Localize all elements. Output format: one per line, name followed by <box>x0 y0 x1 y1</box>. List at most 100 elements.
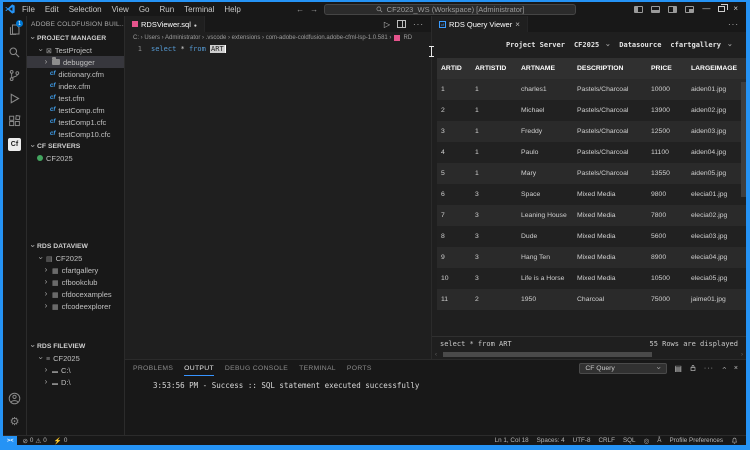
run-debug-icon[interactable] <box>3 87 26 110</box>
code-line-1[interactable]: 1 select * from ART <box>125 43 431 54</box>
notifications-bell-icon[interactable] <box>731 437 738 444</box>
tab-rdsviewer-sql[interactable]: RDSViewer.sql <box>125 16 205 32</box>
menu-item[interactable]: Go <box>134 5 155 14</box>
tree-item-file[interactable]: cf testComp.cfm <box>27 104 124 116</box>
menu-item[interactable]: Edit <box>40 5 64 14</box>
toggle-secondary-sidebar-icon[interactable] <box>668 5 678 13</box>
maximize-panel-icon[interactable] <box>721 365 727 371</box>
column-header[interactable]: DESCRIPTION <box>573 58 647 79</box>
table-row[interactable]: 1 1 charles1 Pastels/Charcoal 10000 aide… <box>437 79 746 100</box>
account-icon[interactable] <box>3 387 26 410</box>
tree-item-drive[interactable]: D:\ <box>27 376 124 388</box>
menu-item[interactable]: View <box>107 5 134 14</box>
command-center-search[interactable]: CF2023_WS (Workspace) [Administrator] <box>324 3 577 15</box>
server-select[interactable]: CF2025 <box>574 41 610 49</box>
eol-sequence[interactable]: CRLF <box>599 437 615 444</box>
run-icon[interactable] <box>384 20 390 29</box>
minimize-button[interactable] <box>702 5 710 13</box>
tree-item-datasource[interactable]: cfbookclub <box>27 276 124 288</box>
tree-item-file[interactable]: cf index.cfm <box>27 80 124 92</box>
settings-gear-icon[interactable] <box>3 410 26 433</box>
search-view-icon[interactable] <box>3 41 26 64</box>
forward-arrow-icon[interactable]: → <box>310 5 318 14</box>
section-project-manager[interactable]: PROJECT MANAGER <box>27 32 124 44</box>
table-row[interactable]: 5 1 Mary Pastels/Charcoal 13550 aiden05.… <box>437 163 746 184</box>
lsp-status[interactable]: Å <box>657 437 661 444</box>
tree-item-dataview-server[interactable]: CF2025 <box>27 252 124 264</box>
scrollbar-thumb[interactable] <box>443 352 653 357</box>
section-rds-fileview[interactable]: RDS FILEVIEW <box>27 340 124 352</box>
code-editor[interactable]: 1 select * from ART <box>125 43 431 359</box>
tree-item-file[interactable]: cf testComp10.cfc <box>27 128 124 140</box>
customize-layout-icon[interactable] <box>685 5 695 13</box>
indentation[interactable]: Spaces: 4 <box>537 437 565 444</box>
remote-indicator[interactable]: >< <box>3 436 18 445</box>
coldfusion-view-icon[interactable]: Cf <box>3 133 26 156</box>
scroll-left-icon[interactable]: ‹ <box>435 352 437 358</box>
panel-tab[interactable]: DEBUG CONSOLE <box>225 360 288 376</box>
tree-item-drive[interactable]: C:\ <box>27 364 124 376</box>
ports-status[interactable]: 0 <box>54 437 68 445</box>
language-mode[interactable]: SQL <box>623 437 636 444</box>
close-tab-icon[interactable] <box>515 20 520 29</box>
table-row[interactable]: 3 1 Freddy Pastels/Charcoal 12500 aiden0… <box>437 121 746 142</box>
horizontal-scrollbar[interactable]: ‹ › <box>432 350 746 359</box>
close-panel-icon[interactable] <box>734 365 738 372</box>
column-header[interactable]: ARTID <box>437 58 471 79</box>
menu-item[interactable]: Terminal <box>179 5 219 14</box>
tree-item-datasource[interactable]: cfartgallery <box>27 264 124 276</box>
section-rds-dataview[interactable]: RDS DATAVIEW <box>27 240 124 252</box>
table-row[interactable]: 9 3 Hang Ten Mixed Media 8900 elecia04.j… <box>437 247 746 268</box>
back-arrow-icon[interactable]: ← <box>296 5 304 14</box>
datasource-select[interactable]: cfartgallery <box>670 41 732 49</box>
toggle-sidebar-icon[interactable] <box>634 5 644 13</box>
cursor-position[interactable]: Ln 1, Col 18 <box>495 437 529 444</box>
toggle-panel-icon[interactable] <box>651 5 661 13</box>
tree-item-cf-server[interactable]: CF2025 <box>27 152 124 164</box>
output-console[interactable]: 3:53:56 PM - Success :: SQL statement ex… <box>125 376 746 435</box>
panel-tab[interactable]: PORTS <box>347 360 372 376</box>
table-row[interactable]: 10 3 Life is a Horse Mixed Media 10500 e… <box>437 268 746 289</box>
table-row[interactable]: 4 1 Paulo Pastels/Charcoal 11100 aiden04… <box>437 142 746 163</box>
tree-item-project[interactable]: TestProject <box>27 44 124 56</box>
encoding[interactable]: UTF-8 <box>573 437 591 444</box>
table-row[interactable]: 2 1 Michael Pastels/Charcoal 13900 aiden… <box>437 100 746 121</box>
menu-item[interactable]: Help <box>219 5 245 14</box>
menu-item[interactable]: Run <box>154 5 179 14</box>
menu-item[interactable]: File <box>17 5 40 14</box>
column-header[interactable]: LARGEIMAGE <box>687 58 746 79</box>
tree-item-file[interactable]: cf test.cfm <box>27 92 124 104</box>
panel-tab[interactable]: TERMINAL <box>299 360 336 376</box>
tree-item-datasource[interactable]: cfcodeexplorer <box>27 300 124 312</box>
section-cf-servers[interactable]: CF SERVERS <box>27 140 124 152</box>
problems-status[interactable]: 0 0 <box>22 437 47 445</box>
extensions-icon[interactable] <box>3 110 26 133</box>
more-actions-icon[interactable] <box>704 365 714 372</box>
scroll-right-icon[interactable]: › <box>741 352 743 358</box>
tree-item-fileview-server[interactable]: CF2025 <box>27 352 124 364</box>
column-header[interactable]: PRICE <box>647 58 687 79</box>
more-actions-icon[interactable] <box>413 20 424 29</box>
vertical-scrollbar[interactable] <box>741 82 746 197</box>
profile-preferences[interactable]: Profile Preferences <box>669 437 723 444</box>
output-channel-select[interactable]: CF Query <box>579 362 668 374</box>
language-status-icon[interactable] <box>644 437 650 445</box>
split-editor-icon[interactable] <box>397 20 406 28</box>
table-row[interactable]: 6 3 Space Mixed Media 9800 elecia01.jpg … <box>437 184 746 205</box>
menu-item[interactable]: Selection <box>64 5 107 14</box>
close-button[interactable] <box>733 5 738 13</box>
table-row[interactable]: 8 3 Dude Mixed Media 5600 elecia03.jpg 2 <box>437 226 746 247</box>
tree-item-debugger-folder[interactable]: debugger <box>27 56 124 68</box>
table-row[interactable]: 11 2 1950 Charcoal 75000 jaime01.jpg 1 <box>437 289 746 310</box>
explorer-icon[interactable]: 1 <box>3 18 26 41</box>
tree-item-datasource[interactable]: cfdocexamples <box>27 288 124 300</box>
breadcrumb[interactable]: C: › Users › Administrator › .vscode › e… <box>125 32 431 43</box>
lock-scroll-icon[interactable] <box>689 364 697 372</box>
clear-output-icon[interactable] <box>674 364 682 373</box>
tab-rds-query-viewer[interactable]: cf RDS Query Viewer <box>432 16 528 32</box>
restore-button[interactable] <box>718 4 729 12</box>
panel-tab[interactable]: PROBLEMS <box>133 360 173 376</box>
panel-tab[interactable]: OUTPUT <box>184 360 214 376</box>
more-actions-icon[interactable] <box>728 20 739 29</box>
tree-item-file[interactable]: cf testComp1.cfc <box>27 116 124 128</box>
